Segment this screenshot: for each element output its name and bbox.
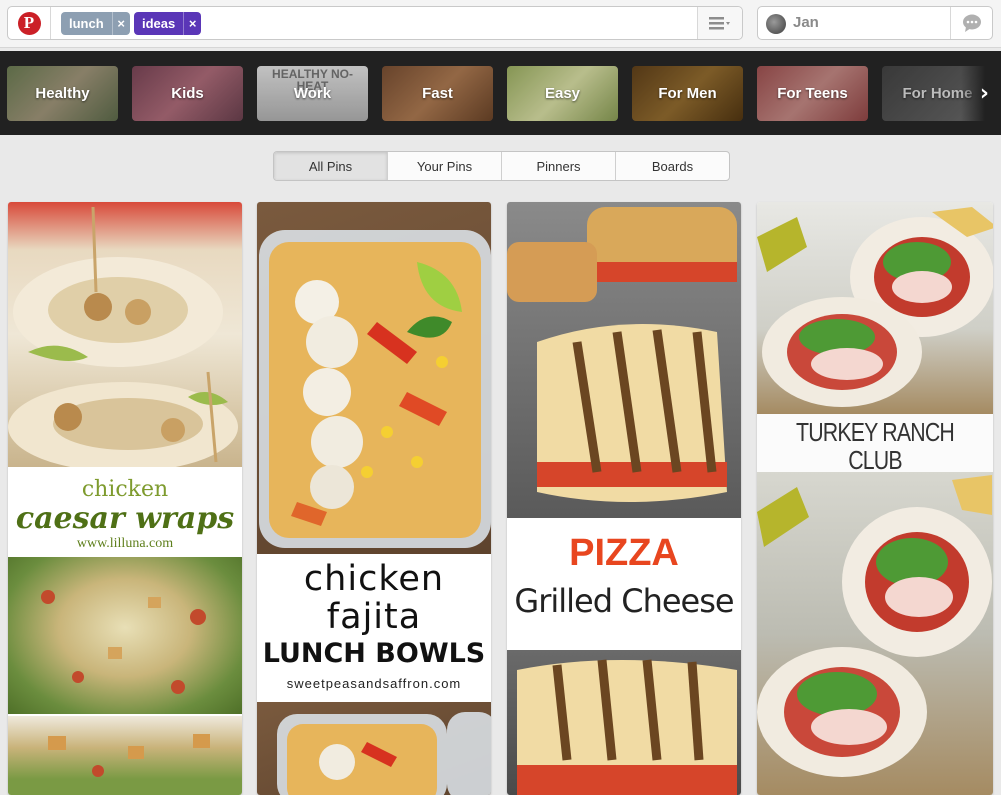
search-bar[interactable]: P lunch × ideas ×	[7, 6, 743, 40]
pin-image	[507, 650, 741, 795]
category-easy[interactable]: Easy	[507, 66, 618, 121]
wrap-photo-illustration	[757, 475, 992, 777]
sandwich-photo-illustration	[507, 207, 737, 502]
user-menu[interactable]: Jan	[757, 6, 993, 40]
pin-card[interactable]: chicken fajita LUNCH BOWLS sweetpeasands…	[257, 202, 491, 795]
category-label: Healthy	[35, 85, 90, 102]
wrap-photo-illustration	[8, 206, 238, 467]
pin-image	[507, 202, 741, 518]
pin-source: www.lilluna.com	[76, 536, 174, 551]
pin-caption-line: Grilled Cheese	[514, 582, 734, 620]
guide-menu-button[interactable]	[697, 7, 742, 39]
category-label: Kids	[171, 85, 204, 102]
category-for-men[interactable]: For Men	[632, 66, 743, 121]
messages-button[interactable]	[950, 7, 992, 39]
filter-tabs: All Pins Your Pins Pinners Boards	[273, 151, 730, 181]
pin-image	[757, 472, 993, 795]
pin-caption: chicken caesar wraps www.lilluna.com	[8, 469, 242, 555]
salad-photo-illustration	[48, 734, 210, 777]
bowl-photo-illustration	[277, 712, 491, 795]
tab-your-pins[interactable]: Your Pins	[388, 152, 502, 180]
pin-caption-line: chicken	[81, 477, 169, 502]
pin-card[interactable]: TURKEY RANCH CLUB wrap	[757, 202, 993, 795]
category-for-teens[interactable]: For Teens	[757, 66, 868, 121]
pin-caption-line: chicken	[303, 559, 445, 599]
pinterest-logo-icon: P	[17, 11, 41, 35]
pin-caption: PIZZA Grilled Cheese	[507, 518, 741, 646]
chevron-right-icon: ›	[979, 80, 989, 106]
pin-caption-title: PIZZA	[569, 532, 679, 574]
pin-caption-title: LUNCH BOWLS	[262, 638, 486, 669]
pin-caption: TURKEY RANCH CLUB wrap	[757, 414, 993, 498]
pin-caption-title: caesar wraps	[15, 501, 235, 536]
category-next-button[interactable]: ›	[961, 51, 1001, 135]
bowl-photo-illustration	[259, 230, 491, 548]
pin-image	[8, 202, 242, 467]
user-name: Jan	[793, 14, 819, 31]
category-work[interactable]: HEALTHY NO-HEAT Work	[257, 66, 368, 121]
category-label: For Teens	[777, 85, 848, 102]
avatar-icon	[766, 14, 786, 34]
salad-photo-illustration	[41, 590, 206, 694]
pin-card[interactable]: PIZZA Grilled Cheese	[507, 202, 741, 795]
menu-list-icon	[709, 17, 730, 30]
top-header: P lunch × ideas × Jan	[0, 0, 1001, 48]
remove-token-icon[interactable]: ×	[111, 12, 130, 35]
pin-caption: chicken fajita LUNCH BOWLS sweetpeasands…	[257, 554, 491, 702]
pin-image	[8, 557, 242, 714]
search-token-lunch[interactable]: lunch ×	[61, 12, 130, 35]
category-label: Fast	[422, 85, 453, 102]
pin-image	[8, 716, 242, 795]
category-kids[interactable]: Kids	[132, 66, 243, 121]
wrap-photo-illustration	[757, 207, 993, 407]
remove-token-icon[interactable]: ×	[183, 12, 201, 35]
sandwich-photo-illustration	[517, 659, 737, 795]
category-label: Work	[293, 85, 332, 102]
pin-source: sweetpeasandsaffron.com	[286, 676, 462, 691]
tab-pinners[interactable]: Pinners	[502, 152, 616, 180]
category-bar: Healthy Kids HEALTHY NO-HEAT Work Fast E…	[0, 51, 1001, 135]
pin-caption-title: TURKEY RANCH CLUB	[795, 417, 955, 475]
tab-boards[interactable]: Boards	[616, 152, 729, 180]
pinterest-logo[interactable]: P	[8, 7, 51, 39]
search-token-label: ideas	[142, 16, 176, 31]
pin-image	[257, 202, 491, 554]
pin-image	[757, 202, 993, 414]
search-token-ideas[interactable]: ideas ×	[134, 12, 201, 35]
speech-bubble-icon	[962, 14, 981, 32]
category-fast[interactable]: Fast	[382, 66, 493, 121]
pin-image	[257, 702, 491, 795]
search-token-label: lunch	[69, 16, 104, 31]
pin-card[interactable]: chicken caesar wraps www.lilluna.com	[8, 202, 242, 795]
category-healthy[interactable]: Healthy	[7, 66, 118, 121]
tab-all-pins[interactable]: All Pins	[274, 152, 388, 180]
category-label: Easy	[544, 85, 581, 102]
category-label: For Men	[658, 85, 717, 102]
pin-caption-line: fajita	[326, 597, 422, 637]
